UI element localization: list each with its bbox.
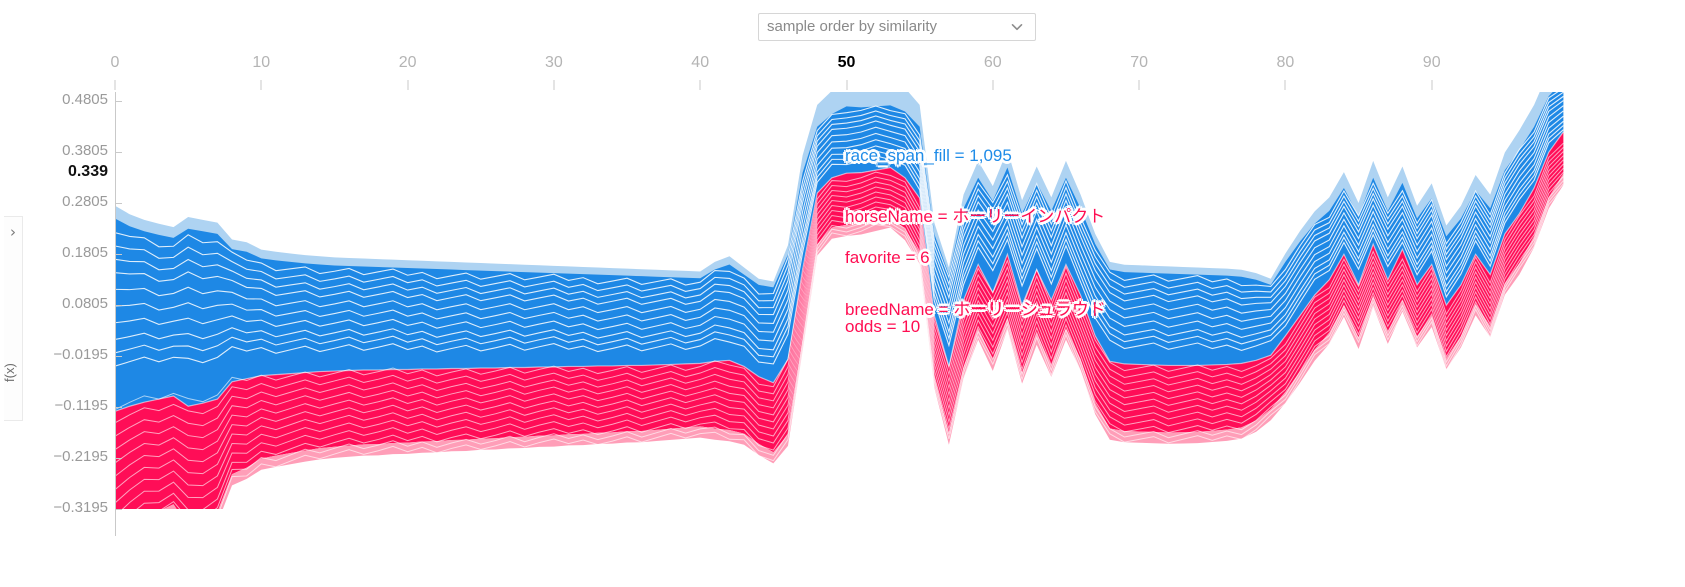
x-axis-tick: [1431, 80, 1433, 90]
x-axis-tick-label: 30: [544, 54, 563, 71]
x-axis-tick-label: 40: [691, 54, 710, 71]
y-axis-tick: [115, 152, 122, 153]
x-axis-tick: [1138, 80, 1140, 90]
highlighted-output-value: 0.339: [67, 163, 108, 181]
y-axis-tick: [115, 203, 122, 204]
x-axis-tick-label: 80: [1276, 54, 1295, 71]
y-axis-tick: [115, 254, 122, 255]
force-plot-root: sample order by similaritysample order b…: [0, 0, 1685, 587]
x-axis-tick: [114, 80, 116, 90]
x-axis-tick-label: 10: [252, 54, 271, 71]
x-axis-tick: [699, 80, 701, 90]
y-axis-tick-label: −0.1195: [54, 397, 108, 414]
x-axis-tick: [1284, 80, 1286, 90]
y-axis-tick-label: 0.2805: [62, 193, 108, 210]
y-axis-tick-label: −0.0195: [53, 346, 108, 363]
x-axis-tick: [846, 80, 847, 90]
x-axis-tick-label: 60: [983, 54, 1002, 71]
x-axis-tick-label: 70: [1130, 54, 1148, 71]
x-axis-tick-label: 20: [398, 54, 417, 71]
x-axis-tick: [992, 80, 994, 90]
y-axis-tick-label: 0.4805: [62, 91, 108, 108]
y-axis-tick-label: 0.0805: [62, 295, 108, 312]
stream-area-chart: [115, 92, 1564, 509]
y-axis-tick: [115, 407, 122, 408]
x-axis-tick: [553, 80, 555, 90]
y-axis-tick-label: −0.3195: [53, 499, 108, 516]
x-axis-tick: [260, 80, 262, 90]
x-axis-tick-label: 50: [837, 54, 856, 71]
chart-plot-area: 0.4805 0.3805 0.2805 0.1805 0.0805 −0.0195 −0.…: [0, 0, 1685, 587]
y-axis-tick-label: −0.2195: [53, 448, 108, 465]
y-axis-tick-label: 0.3805: [62, 142, 108, 159]
y-axis-tick-label: 0.1805: [62, 244, 108, 261]
y-axis-tick: [115, 356, 122, 357]
y-axis-tick: [115, 305, 122, 306]
x-axis-tick-label: 0: [110, 54, 120, 71]
x-axis-tick: [407, 80, 409, 90]
x-axis-tick-label: 90: [1422, 54, 1441, 71]
y-axis-tick: [115, 458, 122, 459]
y-axis-tick: [115, 509, 122, 510]
y-axis-tick: [115, 101, 122, 102]
y-axis-line: [115, 92, 116, 536]
